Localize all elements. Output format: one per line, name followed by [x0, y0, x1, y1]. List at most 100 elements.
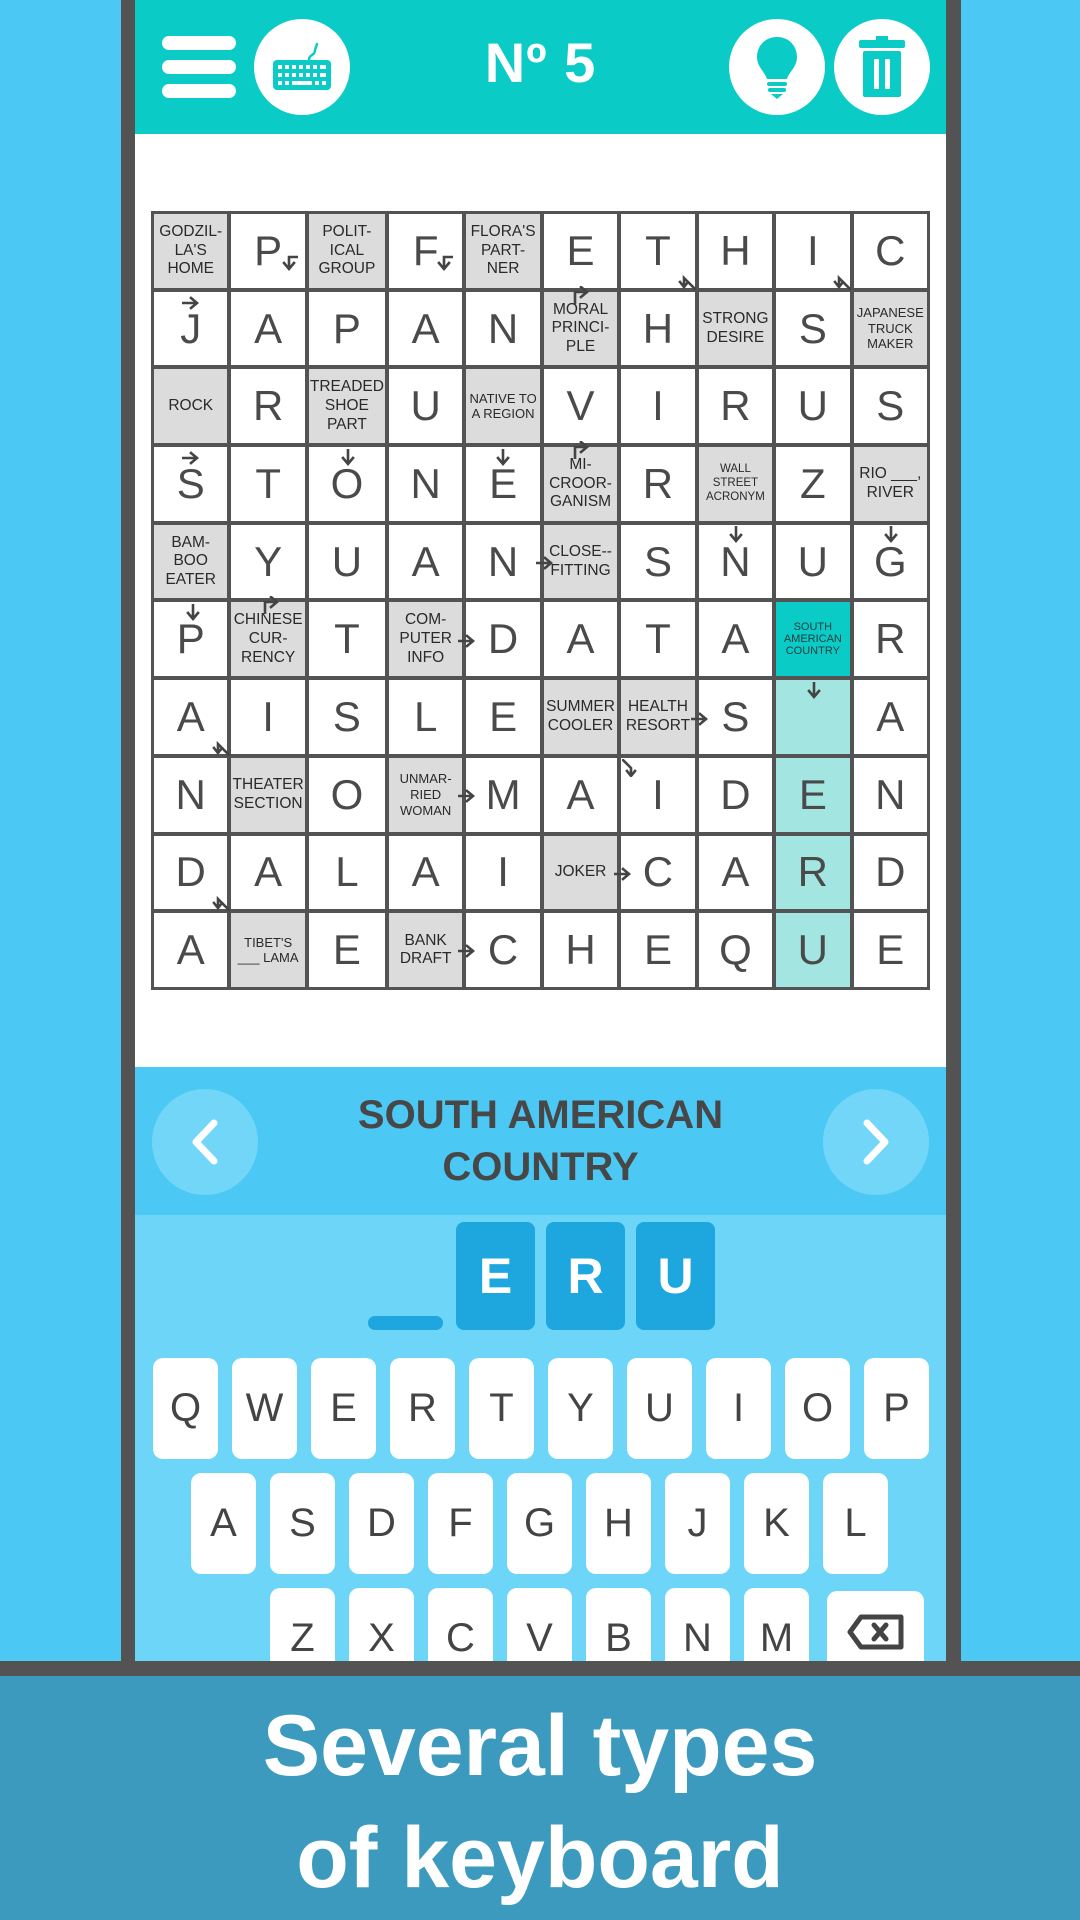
- letter-cell[interactable]: A: [698, 602, 773, 677]
- key-u[interactable]: U: [627, 1358, 692, 1459]
- key-x[interactable]: X: [349, 1588, 414, 1661]
- letter-cell[interactable]: U: [308, 524, 385, 599]
- clue-cell[interactable]: NATIVE TO A REGION: [466, 369, 540, 444]
- letter-cell[interactable]: J: [154, 291, 228, 366]
- hint-button[interactable]: [729, 19, 825, 115]
- letter-cell[interactable]: T: [621, 214, 695, 288]
- letter-cell[interactable]: R: [698, 369, 773, 444]
- letter-cell[interactable]: T: [621, 602, 695, 677]
- clue-cell[interactable]: CHINESE CUR- RENCY: [231, 602, 305, 677]
- highlighted-letter-cell[interactable]: R: [776, 835, 850, 910]
- letter-cell[interactable]: C: [853, 214, 927, 288]
- letter-cell[interactable]: N: [154, 757, 228, 832]
- letter-cell[interactable]: I: [621, 369, 695, 444]
- clue-cell[interactable]: JAPANESE TRUCK MAKER: [853, 291, 927, 366]
- letter-cell[interactable]: A: [698, 835, 773, 910]
- letter-cell[interactable]: S: [698, 680, 773, 754]
- letter-cell[interactable]: R: [853, 602, 927, 677]
- letter-cell[interactable]: S: [853, 369, 927, 444]
- letter-cell[interactable]: L: [308, 835, 385, 910]
- highlighted-letter-cell[interactable]: U: [776, 913, 850, 987]
- letter-cell[interactable]: P: [154, 602, 228, 677]
- letter-cell[interactable]: D: [154, 835, 228, 910]
- key-a[interactable]: A: [191, 1473, 256, 1574]
- letter-cell[interactable]: Y: [231, 524, 305, 599]
- clue-cell[interactable]: TREADED SHOE PART: [308, 369, 385, 444]
- letter-cell[interactable]: C: [621, 835, 695, 910]
- key-j[interactable]: J: [665, 1473, 730, 1574]
- letter-cell[interactable]: A: [154, 913, 228, 987]
- letter-cell[interactable]: S: [308, 680, 385, 754]
- key-f[interactable]: F: [428, 1473, 493, 1574]
- clue-cell[interactable]: HEALTH RESORT: [621, 680, 695, 754]
- letter-cell[interactable]: A: [388, 291, 463, 366]
- answer-slot[interactable]: E: [456, 1222, 535, 1330]
- answer-slot[interactable]: U: [636, 1222, 715, 1330]
- backspace-key[interactable]: [827, 1591, 924, 1661]
- letter-cell[interactable]: R: [621, 447, 695, 521]
- letter-cell[interactable]: O: [308, 757, 385, 832]
- letter-cell[interactable]: N: [698, 524, 773, 599]
- letter-cell[interactable]: N: [853, 757, 927, 832]
- letter-cell[interactable]: A: [231, 291, 305, 366]
- letter-cell[interactable]: R: [231, 369, 305, 444]
- key-i[interactable]: I: [706, 1358, 771, 1459]
- key-d[interactable]: D: [349, 1473, 414, 1574]
- key-n[interactable]: N: [665, 1588, 730, 1661]
- key-s[interactable]: S: [270, 1473, 335, 1574]
- letter-cell[interactable]: E: [466, 680, 540, 754]
- key-p[interactable]: P: [864, 1358, 929, 1459]
- letter-cell[interactable]: H: [621, 291, 695, 366]
- key-l[interactable]: L: [823, 1473, 888, 1574]
- letter-cell[interactable]: C: [466, 913, 540, 987]
- answer-slot[interactable]: R: [546, 1222, 625, 1330]
- key-q[interactable]: Q: [153, 1358, 218, 1459]
- highlighted-letter-cell[interactable]: [776, 680, 850, 754]
- letter-cell[interactable]: I: [231, 680, 305, 754]
- key-t[interactable]: T: [469, 1358, 534, 1459]
- letter-cell[interactable]: U: [388, 369, 463, 444]
- key-g[interactable]: G: [507, 1473, 572, 1574]
- key-k[interactable]: K: [744, 1473, 809, 1574]
- clue-cell[interactable]: STRONG DESIRE: [698, 291, 773, 366]
- active-clue-cell[interactable]: SOUTH AMERICAN COUNTRY: [776, 602, 850, 677]
- clue-cell[interactable]: GODZIL- LA'S HOME: [154, 214, 228, 288]
- key-c[interactable]: C: [428, 1588, 493, 1661]
- clue-cell[interactable]: TIBET'S ___ LAMA: [231, 913, 305, 987]
- clue-cell[interactable]: MORAL PRINCI- PLE: [543, 291, 618, 366]
- letter-cell[interactable]: A: [388, 524, 463, 599]
- letter-cell[interactable]: A: [543, 602, 618, 677]
- letter-cell[interactable]: I: [776, 214, 850, 288]
- clue-cell[interactable]: MI- CROOR- GANISM: [543, 447, 618, 521]
- next-clue-button[interactable]: [823, 1089, 929, 1195]
- letter-cell[interactable]: E: [308, 913, 385, 987]
- clue-cell[interactable]: POLIT- ICAL GROUP: [308, 214, 385, 288]
- key-z[interactable]: Z: [270, 1588, 335, 1661]
- clue-cell[interactable]: RIO ___, RIVER: [853, 447, 927, 521]
- clue-cell[interactable]: COM- PUTER INFO: [388, 602, 463, 677]
- letter-cell[interactable]: P: [308, 291, 385, 366]
- key-h[interactable]: H: [586, 1473, 651, 1574]
- letter-cell[interactable]: D: [466, 602, 540, 677]
- letter-cell[interactable]: O: [308, 447, 385, 521]
- letter-cell[interactable]: U: [776, 524, 850, 599]
- letter-cell[interactable]: I: [466, 835, 540, 910]
- previous-clue-button[interactable]: [152, 1089, 258, 1195]
- letter-cell[interactable]: Q: [698, 913, 773, 987]
- key-b[interactable]: B: [586, 1588, 651, 1661]
- key-e[interactable]: E: [311, 1358, 376, 1459]
- letter-cell[interactable]: N: [466, 524, 540, 599]
- letter-cell[interactable]: G: [853, 524, 927, 599]
- letter-cell[interactable]: S: [621, 524, 695, 599]
- key-y[interactable]: Y: [548, 1358, 613, 1459]
- letter-cell[interactable]: T: [308, 602, 385, 677]
- letter-cell[interactable]: N: [388, 447, 463, 521]
- clue-cell[interactable]: SUMMER COOLER: [543, 680, 618, 754]
- letter-cell[interactable]: S: [154, 447, 228, 521]
- letter-cell[interactable]: P: [231, 214, 305, 288]
- clue-cell[interactable]: BANK DRAFT: [388, 913, 463, 987]
- letter-cell[interactable]: E: [621, 913, 695, 987]
- key-m[interactable]: M: [744, 1588, 809, 1661]
- letter-cell[interactable]: D: [698, 757, 773, 832]
- letter-cell[interactable]: E: [543, 214, 618, 288]
